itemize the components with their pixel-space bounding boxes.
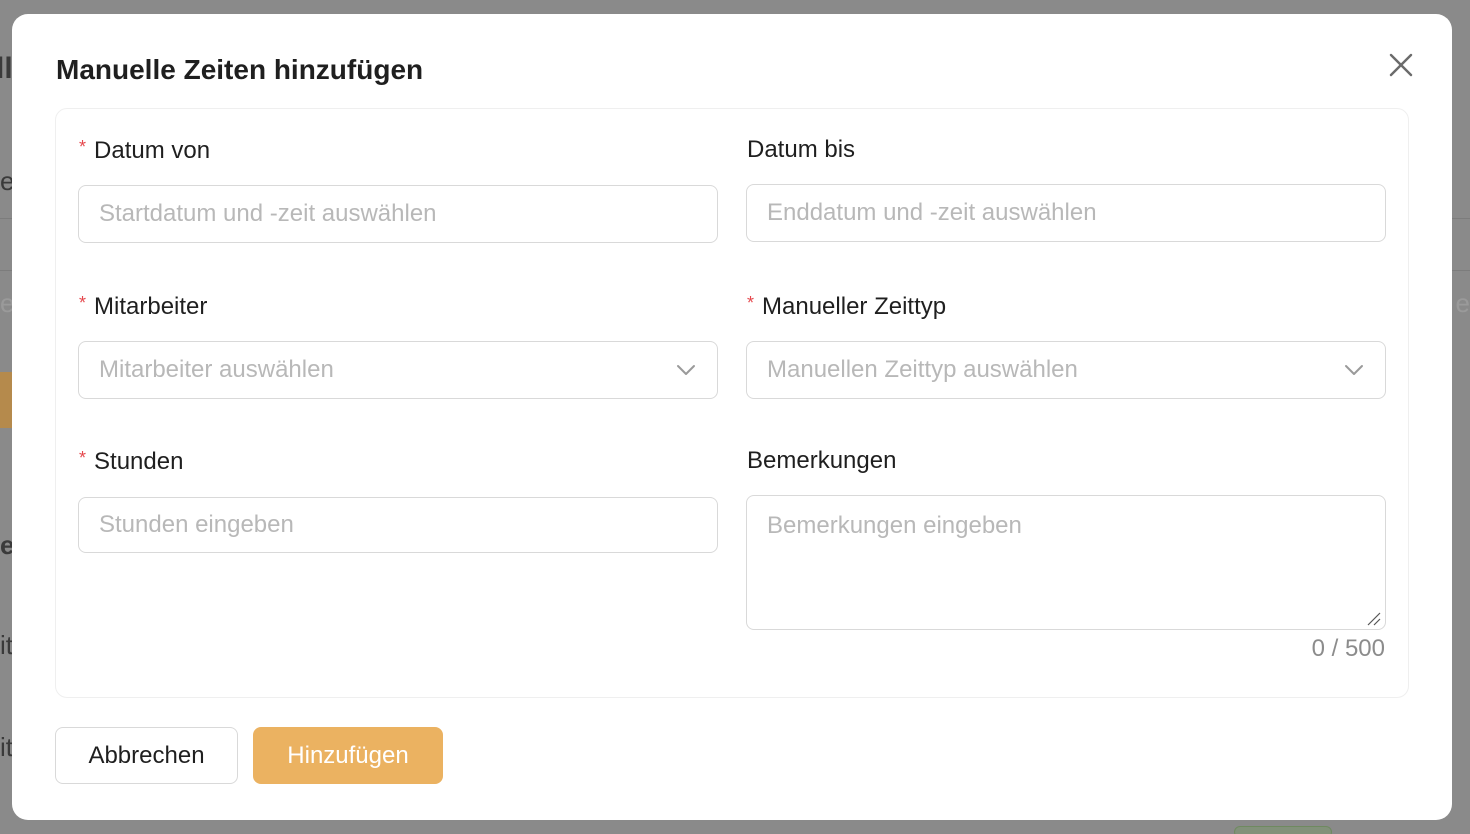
employee-label-text: Mitarbeiter (94, 293, 208, 320)
required-marker: * (79, 293, 87, 313)
background-text-fragment: e (1455, 288, 1470, 318)
time-type-select-placeholder: Manuellen Zeittyp auswählen (767, 356, 1078, 383)
date-to-input[interactable] (746, 184, 1386, 242)
cancel-button[interactable]: Abbrechen (55, 727, 238, 784)
background-divider (1452, 270, 1470, 271)
time-type-select[interactable]: Manuellen Zeittyp auswählen (746, 341, 1386, 399)
resize-handle-icon[interactable] (1366, 611, 1382, 627)
close-button[interactable] (1386, 50, 1416, 80)
time-type-label: * Manueller Zeittyp (747, 293, 946, 321)
time-type-label-text: Manueller Zeittyp (762, 293, 947, 320)
hours-label: * Stunden (79, 448, 183, 476)
background-text-fragment: ll (0, 52, 13, 85)
hours-label-text: Stunden (94, 448, 184, 475)
add-button[interactable]: Hinzufügen (253, 727, 443, 784)
remarks-textarea[interactable] (746, 495, 1386, 630)
date-to-label: Datum bis (747, 136, 855, 164)
required-marker: * (79, 137, 87, 157)
remarks-label-text: Bemerkungen (747, 447, 897, 474)
date-from-label-text: Datum von (94, 137, 211, 164)
dialog-title: Manuelle Zeiten hinzufügen (56, 54, 424, 85)
background-badge-fragment (1234, 826, 1332, 834)
chevron-down-icon (1345, 365, 1363, 375)
date-from-label: * Datum von (79, 137, 210, 165)
employee-label: * Mitarbeiter (79, 293, 207, 321)
close-icon (1389, 53, 1413, 77)
date-from-input[interactable] (78, 185, 718, 243)
required-marker: * (79, 448, 87, 468)
background-divider (0, 218, 12, 219)
date-to-label-text: Datum bis (747, 136, 856, 163)
hours-input[interactable] (78, 497, 718, 553)
employee-select-placeholder: Mitarbeiter auswählen (99, 356, 334, 383)
remarks-label: Bemerkungen (747, 447, 896, 475)
background-divider (0, 270, 12, 271)
chevron-down-icon (677, 365, 695, 375)
employee-select[interactable]: Mitarbeiter auswählen (78, 341, 718, 399)
remarks-character-counter: 0 / 500 (1311, 635, 1385, 662)
background-button-fragment (0, 372, 12, 428)
required-marker: * (747, 293, 755, 313)
manual-time-dialog: Manuelle Zeiten hinzufügen * Datum von D… (12, 14, 1452, 820)
background-divider (1452, 218, 1470, 219)
form-card: * Datum von Datum bis * Mitarbeiter Mita… (55, 108, 1409, 698)
